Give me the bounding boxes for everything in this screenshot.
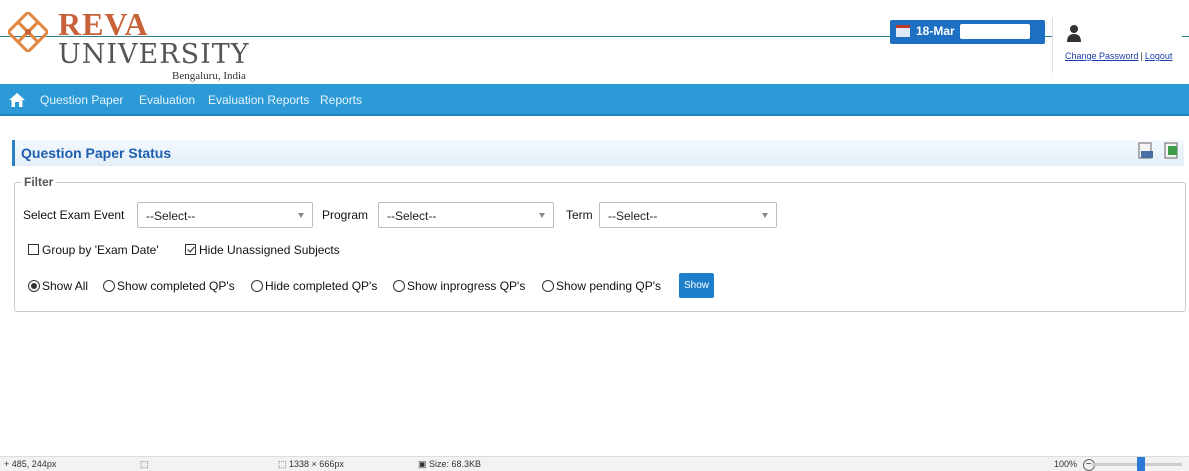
- program-label: Program: [322, 208, 369, 222]
- radio-show-all-label: Show All: [42, 279, 89, 293]
- cursor-position: + 485, 244px: [4, 459, 56, 469]
- radio-hide-completed-label: Hide completed QP's: [265, 279, 378, 293]
- nav-item-reports[interactable]: Reports: [320, 93, 362, 107]
- page-title: Question Paper Status: [21, 145, 172, 161]
- logo-title: REVA: [58, 6, 149, 42]
- term-select[interactable]: --Select--: [599, 202, 777, 228]
- group-by-exam-date-checkbox[interactable]: [28, 244, 39, 255]
- radio-show-completed[interactable]: [103, 280, 115, 292]
- home-icon[interactable]: [9, 93, 25, 107]
- export-pdf-icon[interactable]: [1138, 142, 1154, 160]
- group-by-exam-date-label: Group by 'Exam Date': [42, 243, 159, 257]
- logout-link[interactable]: Logout: [1145, 51, 1173, 61]
- image-dimensions-value: 1338 × 666px: [289, 459, 344, 469]
- nav-item-evaluation[interactable]: Evaluation: [139, 93, 195, 107]
- user-menu: Change Password | Logout: [1052, 18, 1182, 73]
- show-button[interactable]: Show: [679, 273, 714, 298]
- main-nav: Question Paper Evaluation Evaluation Rep…: [0, 84, 1189, 116]
- reva-logo-icon: [8, 12, 48, 52]
- date-display: 18-Mar: [890, 20, 1045, 44]
- file-size: ▣ Size: 68.3KB: [418, 459, 481, 470]
- change-password-link[interactable]: Change Password: [1065, 51, 1139, 61]
- exam-event-label: Select Exam Event: [23, 208, 125, 222]
- status-bar: + 485, 244px ⬚ ⬚ 1338 × 666px ▣ Size: 68…: [0, 456, 1189, 471]
- logo-location: Bengaluru, India: [172, 70, 246, 82]
- hide-unassigned-subjects-checkbox[interactable]: [185, 244, 196, 255]
- chevron-down-icon: [539, 213, 545, 218]
- exam-event-select[interactable]: --Select--: [137, 202, 313, 228]
- redacted-date-mask: [960, 24, 1030, 39]
- exam-event-value: --Select--: [146, 209, 196, 223]
- user-links-separator: |: [1140, 51, 1143, 61]
- radio-show-all[interactable]: [28, 280, 40, 292]
- export-icons: [1132, 142, 1180, 160]
- selection-icon: ⬚: [140, 459, 149, 469]
- panel-header: Question Paper Status: [12, 140, 1184, 166]
- disk-icon: ▣: [418, 459, 427, 469]
- term-label: Term: [566, 208, 593, 222]
- checkmark-icon: [187, 244, 195, 253]
- calendar-icon: [896, 25, 910, 37]
- chevron-down-icon: [298, 213, 304, 218]
- radio-hide-completed[interactable]: [251, 280, 263, 292]
- term-value: --Select--: [608, 209, 658, 223]
- file-size-value: Size: 68.3KB: [429, 459, 482, 469]
- radio-show-inprogress[interactable]: [393, 280, 405, 292]
- program-value: --Select--: [387, 209, 437, 223]
- radio-selected-dot: [31, 283, 37, 289]
- date-text: 18-Mar: [916, 24, 955, 38]
- program-select[interactable]: --Select--: [378, 202, 554, 228]
- nav-item-question-paper[interactable]: Question Paper: [40, 93, 123, 107]
- radio-show-pending-label: Show pending QP's: [556, 279, 662, 293]
- radio-show-completed-label: Show completed QP's: [117, 279, 235, 293]
- hide-unassigned-subjects-label: Hide Unassigned Subjects: [199, 243, 340, 257]
- radio-show-pending[interactable]: [542, 280, 554, 292]
- crosshair-icon: +: [4, 459, 10, 469]
- radio-show-inprogress-label: Show inprogress QP's: [407, 279, 526, 293]
- filter-panel: Filter Select Exam Event --Select-- Prog…: [14, 175, 1186, 312]
- filter-legend: Filter: [21, 175, 57, 189]
- zoom-level: 100% −: [1054, 459, 1095, 471]
- dimensions-icon: ⬚: [278, 459, 287, 469]
- page: REVA UNIVERSITY Bengaluru, India 18-Mar …: [0, 0, 1189, 471]
- zoom-level-value: 100%: [1054, 459, 1078, 469]
- logo-subtitle: UNIVERSITY: [58, 39, 250, 70]
- chevron-down-icon: [762, 213, 768, 218]
- nav-item-evaluation-reports[interactable]: Evaluation Reports: [208, 93, 309, 107]
- user-links: Change Password | Logout: [1065, 51, 1172, 61]
- user-icon[interactable]: [1067, 24, 1081, 42]
- export-excel-icon[interactable]: [1164, 142, 1180, 160]
- zoom-slider-thumb[interactable]: [1137, 457, 1145, 471]
- cursor-position-value: 485, 244px: [11, 459, 57, 469]
- header: REVA UNIVERSITY Bengaluru, India 18-Mar …: [0, 0, 1189, 84]
- image-dimensions: ⬚ 1338 × 666px: [278, 459, 344, 470]
